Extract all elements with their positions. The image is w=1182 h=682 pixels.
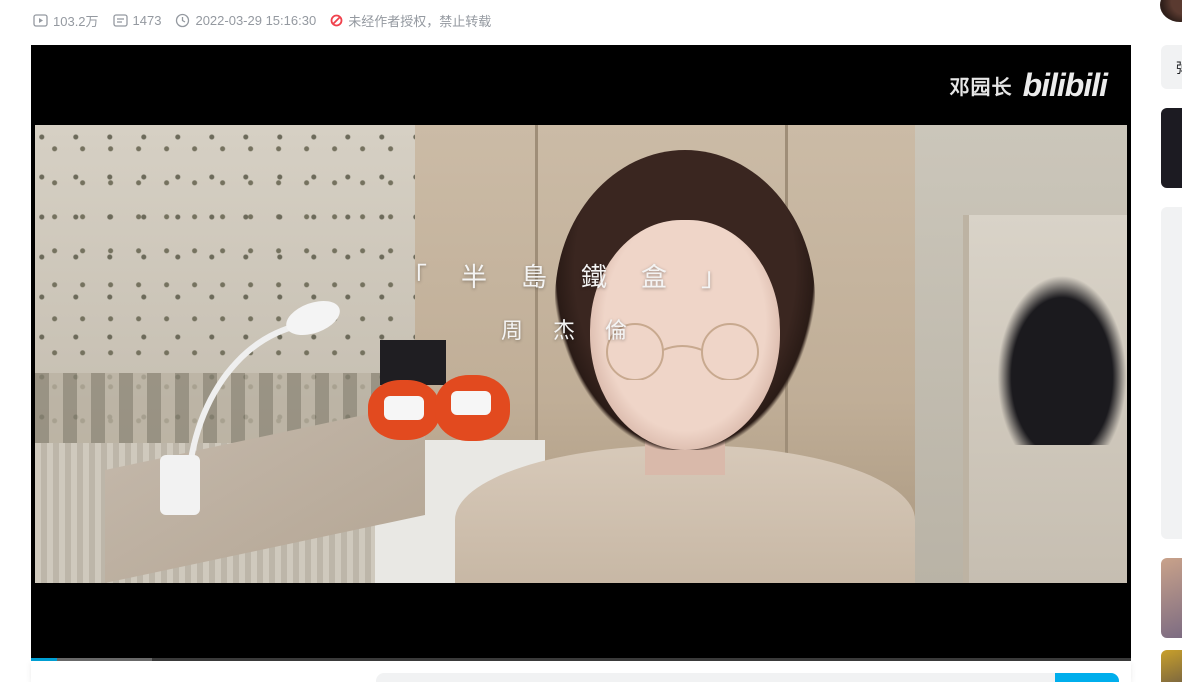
lyric-overlay: 「半島鐵盒」 周杰倫	[401, 257, 762, 344]
avatar[interactable]	[1160, 0, 1182, 22]
danmaku-list-toggle[interactable]: 弹	[1161, 45, 1182, 89]
danmaku-list-label: 弹	[1176, 58, 1182, 78]
video-info-bar: 103.2万 1473 2022-03-29 15:16:30 未经作者授权，禁…	[33, 9, 491, 31]
lyric-song-title: 「半島鐵盒」	[401, 263, 762, 293]
view-count-text: 103.2万	[53, 13, 99, 29]
danmaku-input[interactable]	[376, 673, 1056, 682]
playlist-panel	[1161, 207, 1182, 539]
danmaku-icon	[112, 13, 128, 28]
clock-icon	[175, 13, 190, 28]
recommended-video-thumbnail[interactable]	[1161, 558, 1182, 638]
bilibili-logo: bilibili	[1022, 67, 1108, 103]
no-reprint-icon	[330, 14, 343, 27]
publish-time: 2022-03-29 15:16:30	[175, 13, 316, 28]
danmaku-count-text: 1473	[132, 12, 162, 28]
play-count-icon	[33, 13, 48, 28]
send-danmaku-button[interactable]	[1055, 673, 1119, 682]
copyright-notice: 未经作者授权，禁止转载	[330, 11, 491, 30]
watermark: 邓园长 bilibili	[949, 67, 1108, 104]
view-count: 103.2万	[33, 11, 99, 30]
video-page: 103.2万 1473 2022-03-29 15:16:30 未经作者授权，禁…	[0, 0, 1182, 682]
ad-banner[interactable]	[1161, 108, 1182, 188]
danmaku-count: 1473	[112, 12, 162, 28]
scene-bags	[997, 275, 1127, 445]
copyright-notice-text: 未经作者授权，禁止转载	[348, 13, 492, 29]
publish-time-text: 2022-03-29 15:16:30	[195, 12, 317, 28]
lyric-artist: 周杰倫	[501, 319, 658, 344]
watermark-uploader-name: 邓园长	[949, 77, 1013, 99]
recommended-video-thumbnail[interactable]	[1161, 650, 1182, 682]
video-frame	[35, 125, 1127, 583]
scene-toy	[435, 375, 510, 441]
video-player[interactable]: 邓园长 bilibili 「半島鐵盒」 周杰倫	[31, 45, 1131, 661]
scene-toy	[368, 380, 440, 440]
